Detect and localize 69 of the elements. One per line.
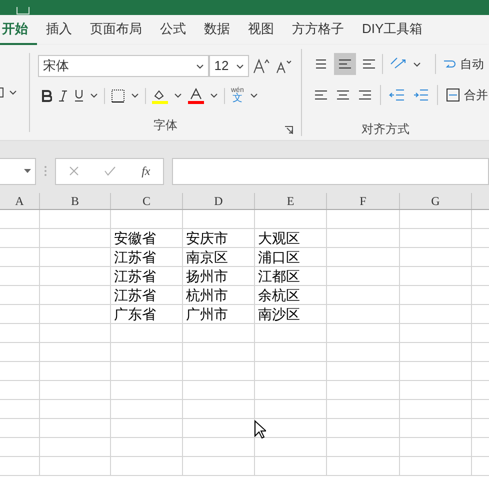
align-icon[interactable] [314, 88, 328, 102]
cell-text: 南京区 [186, 249, 228, 265]
decrease-indent-icon[interactable] [389, 89, 405, 101]
align-icon[interactable] [358, 88, 372, 102]
italic-icon[interactable] [58, 90, 68, 102]
ribbon-tab[interactable]: 数据 [195, 15, 239, 45]
mouse-cursor-icon [254, 420, 266, 439]
column-header[interactable]: C [111, 193, 183, 209]
cell-text: 江苏省 [114, 287, 156, 303]
cell-text: 安徽省 [114, 230, 156, 246]
column-header[interactable]: E [255, 193, 327, 209]
font-size-field[interactable]: 12 [209, 55, 250, 77]
font-size: 12 [214, 57, 229, 76]
dropdown-icon [24, 169, 31, 173]
column-header[interactable]: D [183, 193, 255, 209]
cell-text: 广东省 [114, 306, 156, 322]
bold-icon[interactable] [42, 90, 52, 102]
insert-function-button[interactable]: fx [142, 162, 150, 180]
merge-button[interactable]: 合并 [446, 86, 488, 104]
ribbon-tab[interactable]: 插入 [37, 15, 81, 45]
cell-text: 安庆市 [186, 230, 228, 246]
chevron-down-icon [196, 64, 204, 68]
cell-text: 余杭区 [258, 287, 300, 303]
shrink-font-icon[interactable] [275, 58, 294, 74]
fill-color-icon[interactable] [152, 88, 168, 104]
align-icon[interactable] [314, 57, 328, 71]
borders-icon[interactable] [111, 88, 125, 102]
chevron-down-icon [131, 93, 139, 98]
group-label: 字体 [154, 117, 178, 134]
cell-text: 扬州市 [186, 268, 228, 284]
merge-icon [446, 88, 460, 102]
font-name-field[interactable]: 宋体 [38, 55, 210, 77]
chevron-down-icon [174, 93, 182, 98]
align-icon[interactable] [338, 57, 352, 71]
font-name: 宋体 [43, 57, 69, 76]
cell-text: 大观区 [258, 230, 300, 246]
grow-font-icon[interactable] [253, 58, 272, 74]
column-header[interactable]: F [327, 193, 400, 209]
increase-indent-icon[interactable] [413, 89, 429, 101]
grip-icon [44, 165, 47, 177]
cell-text: 浦口区 [258, 249, 300, 265]
chevron-down-icon [90, 93, 98, 98]
column-header[interactable]: B [40, 193, 111, 209]
cell-text: 南沙区 [258, 306, 300, 322]
column-header[interactable]: A [0, 193, 40, 209]
ribbon-tab[interactable]: DIY工具箱 [353, 15, 432, 45]
column-header[interactable]: G [400, 193, 472, 209]
underline-icon[interactable] [74, 89, 84, 102]
cell-text: 江苏省 [114, 249, 156, 265]
cell-text: 广州市 [186, 306, 228, 322]
dialog-launcher-icon[interactable] [285, 126, 293, 134]
chevron-down-icon [413, 62, 421, 66]
chevron-down-icon [250, 93, 258, 98]
font-color-icon[interactable] [188, 88, 204, 104]
cell-text: 江都区 [258, 268, 300, 284]
align-icon[interactable] [336, 88, 350, 102]
selected-align-button[interactable] [334, 53, 356, 75]
chevron-down-icon [236, 64, 244, 68]
ribbon-tab[interactable]: 公式 [151, 15, 195, 45]
ribbon-tab[interactable]: 页面布局 [81, 15, 151, 45]
chevron-down-icon [210, 93, 218, 98]
wrap-text-button[interactable]: 自动 [442, 55, 484, 73]
ribbon-tab[interactable]: 方方格子 [283, 15, 353, 45]
ribbon-tab[interactable]: 视图 [239, 15, 283, 45]
cell-text: 江苏省 [114, 268, 156, 284]
group-label: 对齐方式 [362, 121, 410, 138]
align-icon[interactable] [362, 57, 376, 71]
cell-text: 杭州市 [186, 287, 228, 303]
formula-input[interactable] [172, 158, 489, 184]
